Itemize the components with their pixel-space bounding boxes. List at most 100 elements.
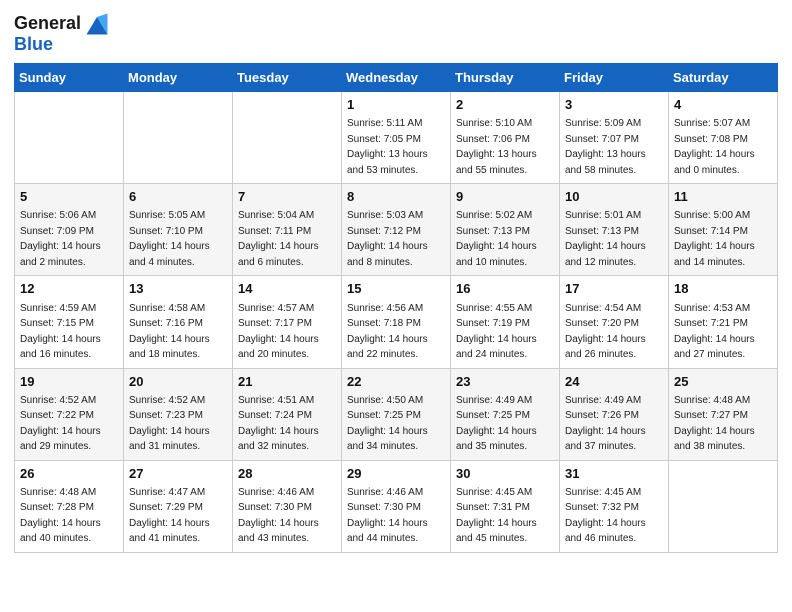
page: General Blue SundayMondayTuesdayWednesda… — [0, 0, 792, 567]
weekday-header-wednesday: Wednesday — [342, 64, 451, 92]
calendar-cell — [124, 92, 233, 184]
day-info: Sunrise: 5:03 AMSunset: 7:12 PMDaylight:… — [347, 210, 428, 268]
day-info: Sunrise: 5:07 AMSunset: 7:08 PMDaylight:… — [674, 118, 755, 176]
calendar-cell: 22Sunrise: 4:50 AMSunset: 7:25 PMDayligh… — [342, 368, 451, 460]
day-number: 5 — [20, 188, 118, 206]
weekday-header-sunday: Sunday — [15, 64, 124, 92]
day-number: 9 — [456, 188, 554, 206]
day-number: 19 — [20, 373, 118, 391]
calendar-cell: 21 Sunrise: 4:51 AMSunset: 7:24 PMDayligh… — [233, 368, 342, 460]
calendar-cell: 29 Sunrise: 4:46 AMSunset: 7:30 PMDayligh… — [342, 460, 451, 552]
day-number: 22 — [347, 373, 445, 391]
logo-text: General — [14, 14, 81, 34]
day-info: Sunrise: 5:10 AMSunset: 7:06 PMDaylight:… — [456, 118, 537, 176]
logo-icon — [83, 10, 111, 38]
weekday-header-saturday: Saturday — [669, 64, 778, 92]
calendar-week-4: 19Sunrise: 4:52 AMSunset: 7:22 PMDayligh… — [15, 368, 778, 460]
day-info: Sunrise: 5:06 AMSunset: 7:09 PMDaylight:… — [20, 210, 101, 268]
day-number: 17 — [565, 280, 663, 298]
calendar-cell — [15, 92, 124, 184]
day-number: 28 — [238, 465, 336, 483]
calendar-cell: 10 Sunrise: 5:01 AMSunset: 7:13 PMDayligh… — [560, 184, 669, 276]
day-info: Sunrise: 4:55 AMSunset: 7:19 PMDaylight:… — [456, 303, 537, 361]
day-info: Sunrise: 4:46 AMSunset: 7:30 PMDaylight:… — [238, 487, 319, 545]
day-number: 29 — [347, 465, 445, 483]
day-number: 3 — [565, 96, 663, 114]
calendar-cell: 2 Sunrise: 5:10 AMSunset: 7:06 PMDaylight… — [451, 92, 560, 184]
day-number: 8 — [347, 188, 445, 206]
day-info: Sunrise: 4:49 AMSunset: 7:25 PMDaylight:… — [456, 395, 537, 453]
day-info: Sunrise: 4:52 AMSunset: 7:23 PMDaylight:… — [129, 395, 210, 453]
day-number: 4 — [674, 96, 772, 114]
calendar-cell: 31 Sunrise: 4:45 AMSunset: 7:32 PMDayligh… — [560, 460, 669, 552]
day-number: 2 — [456, 96, 554, 114]
calendar-week-1: 1 Sunrise: 5:11 AMSunset: 7:05 PMDaylight… — [15, 92, 778, 184]
calendar-cell: 11Sunrise: 5:00 AMSunset: 7:14 PMDayligh… — [669, 184, 778, 276]
day-number: 1 — [347, 96, 445, 114]
calendar-cell: 7 Sunrise: 5:04 AMSunset: 7:11 PMDaylight… — [233, 184, 342, 276]
calendar-cell: 18Sunrise: 4:53 AMSunset: 7:21 PMDayligh… — [669, 276, 778, 368]
day-info: Sunrise: 5:05 AMSunset: 7:10 PMDaylight:… — [129, 210, 210, 268]
day-number: 26 — [20, 465, 118, 483]
day-number: 7 — [238, 188, 336, 206]
day-info: Sunrise: 4:45 AMSunset: 7:31 PMDaylight:… — [456, 487, 537, 545]
day-info: Sunrise: 4:49 AMSunset: 7:26 PMDaylight:… — [565, 395, 646, 453]
calendar-cell: 17Sunrise: 4:54 AMSunset: 7:20 PMDayligh… — [560, 276, 669, 368]
calendar-cell: 28 Sunrise: 4:46 AMSunset: 7:30 PMDayligh… — [233, 460, 342, 552]
calendar-cell: 20 Sunrise: 4:52 AMSunset: 7:23 PMDayligh… — [124, 368, 233, 460]
calendar-cell: 6 Sunrise: 5:05 AMSunset: 7:10 PMDaylight… — [124, 184, 233, 276]
calendar-week-5: 26 Sunrise: 4:48 AMSunset: 7:28 PMDayligh… — [15, 460, 778, 552]
calendar-cell: 5 Sunrise: 5:06 AMSunset: 7:09 PMDaylight… — [15, 184, 124, 276]
calendar-cell: 24 Sunrise: 4:49 AMSunset: 7:26 PMDayligh… — [560, 368, 669, 460]
day-info: Sunrise: 4:47 AMSunset: 7:29 PMDaylight:… — [129, 487, 210, 545]
day-number: 25 — [674, 373, 772, 391]
weekday-header-friday: Friday — [560, 64, 669, 92]
calendar-cell: 9 Sunrise: 5:02 AMSunset: 7:13 PMDaylight… — [451, 184, 560, 276]
day-number: 11 — [674, 188, 772, 206]
day-number: 13 — [129, 280, 227, 298]
calendar-cell: 27 Sunrise: 4:47 AMSunset: 7:29 PMDayligh… — [124, 460, 233, 552]
calendar-cell: 13 Sunrise: 4:58 AMSunset: 7:16 PMDayligh… — [124, 276, 233, 368]
day-info: Sunrise: 4:46 AMSunset: 7:30 PMDaylight:… — [347, 487, 428, 545]
weekday-header-tuesday: Tuesday — [233, 64, 342, 92]
day-info: Sunrise: 4:53 AMSunset: 7:21 PMDaylight:… — [674, 303, 755, 361]
calendar-cell: 3 Sunrise: 5:09 AMSunset: 7:07 PMDaylight… — [560, 92, 669, 184]
day-info: Sunrise: 4:58 AMSunset: 7:16 PMDaylight:… — [129, 303, 210, 361]
day-info: Sunrise: 4:56 AMSunset: 7:18 PMDaylight:… — [347, 303, 428, 361]
calendar-cell: 25Sunrise: 4:48 AMSunset: 7:27 PMDayligh… — [669, 368, 778, 460]
day-info: Sunrise: 5:09 AMSunset: 7:07 PMDaylight:… — [565, 118, 646, 176]
day-info: Sunrise: 4:57 AMSunset: 7:17 PMDaylight:… — [238, 303, 319, 361]
day-info: Sunrise: 4:51 AMSunset: 7:24 PMDaylight:… — [238, 395, 319, 453]
day-number: 20 — [129, 373, 227, 391]
day-info: Sunrise: 4:59 AMSunset: 7:15 PMDaylight:… — [20, 303, 101, 361]
day-info: Sunrise: 5:02 AMSunset: 7:13 PMDaylight:… — [456, 210, 537, 268]
calendar-cell: 16Sunrise: 4:55 AMSunset: 7:19 PMDayligh… — [451, 276, 560, 368]
day-info: Sunrise: 5:11 AMSunset: 7:05 PMDaylight:… — [347, 118, 428, 176]
day-number: 15 — [347, 280, 445, 298]
day-number: 21 — [238, 373, 336, 391]
day-number: 12 — [20, 280, 118, 298]
weekday-header-row: SundayMondayTuesdayWednesdayThursdayFrid… — [15, 64, 778, 92]
calendar-cell: 30 Sunrise: 4:45 AMSunset: 7:31 PMDayligh… — [451, 460, 560, 552]
day-info: Sunrise: 5:01 AMSunset: 7:13 PMDaylight:… — [565, 210, 646, 268]
calendar-cell: 8 Sunrise: 5:03 AMSunset: 7:12 PMDaylight… — [342, 184, 451, 276]
day-number: 24 — [565, 373, 663, 391]
calendar-cell — [233, 92, 342, 184]
header: General Blue — [14, 10, 778, 55]
day-number: 27 — [129, 465, 227, 483]
day-info: Sunrise: 5:04 AMSunset: 7:11 PMDaylight:… — [238, 210, 319, 268]
day-number: 31 — [565, 465, 663, 483]
day-number: 30 — [456, 465, 554, 483]
calendar-cell: 14Sunrise: 4:57 AMSunset: 7:17 PMDayligh… — [233, 276, 342, 368]
calendar-table: SundayMondayTuesdayWednesdayThursdayFrid… — [14, 63, 778, 553]
weekday-header-monday: Monday — [124, 64, 233, 92]
day-number: 10 — [565, 188, 663, 206]
day-number: 6 — [129, 188, 227, 206]
logo: General Blue — [14, 10, 111, 55]
day-info: Sunrise: 4:45 AMSunset: 7:32 PMDaylight:… — [565, 487, 646, 545]
calendar-cell: 15 Sunrise: 4:56 AMSunset: 7:18 PMDayligh… — [342, 276, 451, 368]
day-info: Sunrise: 4:48 AMSunset: 7:28 PMDaylight:… — [20, 487, 101, 545]
calendar-cell — [669, 460, 778, 552]
weekday-header-thursday: Thursday — [451, 64, 560, 92]
calendar-week-3: 12 Sunrise: 4:59 AMSunset: 7:15 PMDayligh… — [15, 276, 778, 368]
